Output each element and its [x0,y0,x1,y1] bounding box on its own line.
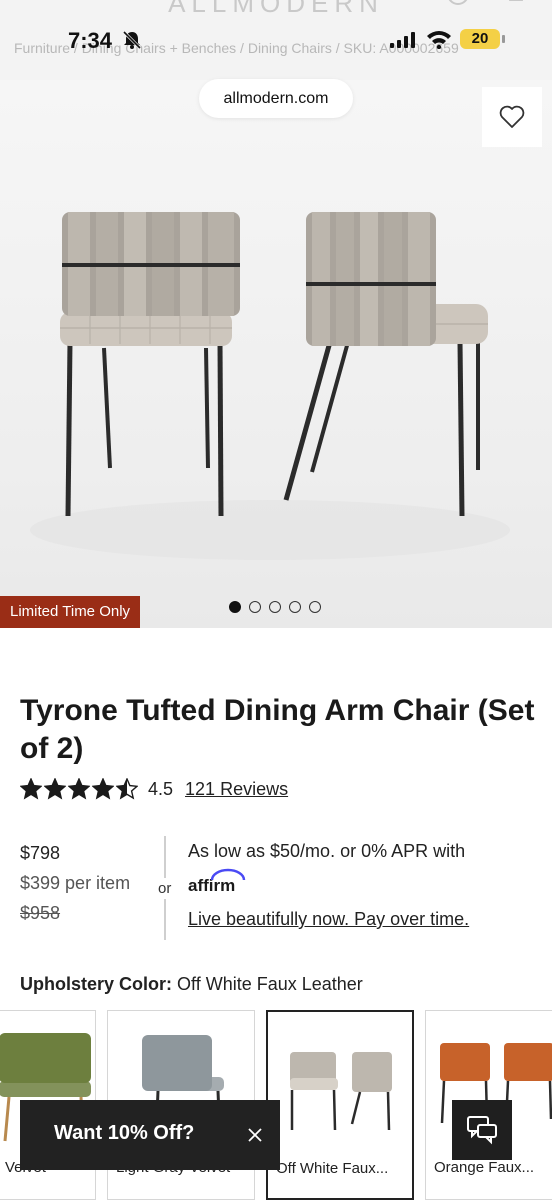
promo-toast[interactable]: Want 10% Off? [20,1100,280,1170]
chairs-photo [30,212,510,560]
upholstery-label: Upholstery Color: Off White Faux Leather [20,974,363,995]
silent-mode-icon [122,30,142,50]
affirm-logo: affirm [188,868,246,896]
per-item-price: $399 per item [20,873,131,893]
star-icon [92,778,114,800]
gallery-dot[interactable] [229,601,241,613]
gallery-dot[interactable] [309,601,321,613]
favorite-button[interactable] [482,87,542,147]
limited-time-badge: Limited Time Only [0,596,141,628]
rating-value: 4.5 [148,778,174,799]
gallery-dot[interactable] [249,601,261,613]
price-block: $798 $399 per item $958 [20,838,130,928]
or-label: or [158,878,172,899]
product-title: Tyrone Tufted Dining Arm Chair (Set of 2… [20,694,535,765]
financing-block: As low as $50/mo. or 0% APR with affirm … [188,838,538,932]
rating-row: 4.5 121 Reviews [20,778,288,800]
chat-bubbles-icon [467,1116,497,1145]
swatch-label: Off White Faux... [276,1160,389,1177]
promo-text[interactable]: Want 10% Off? [54,1122,194,1145]
star-icon [68,778,90,800]
star-icon [44,778,66,800]
star-icon [20,778,42,800]
reviews-link[interactable]: 121 Reviews [185,779,288,800]
gallery-dot[interactable] [269,601,281,613]
chat-button[interactable] [452,1100,512,1160]
gallery-pagination[interactable] [229,601,321,613]
browser-url[interactable]: allmodern.com [199,79,353,118]
rating-stars [20,778,138,800]
product-image[interactable] [0,80,552,628]
account-cart-icons[interactable] [446,0,526,10]
status-bar: ALLMODERN Furniture / Dining Chairs + Be… [0,0,552,80]
swatch-label: Orange Faux... [434,1159,535,1176]
financing-text: As low as $50/mo. or 0% APR with [188,841,466,861]
wifi-icon [427,31,451,49]
upholstery-label-key: Upholstery Color: [20,974,173,994]
swatch-off-white-faux-leather[interactable]: Off White Faux... [266,1010,414,1200]
affirm-learn-link[interactable]: Live beautifully now. Pay over time. [188,906,538,932]
original-price: $958 [20,903,61,923]
clock-time: 7:34 [68,28,113,53]
heart-icon [499,105,525,128]
sale-price: $798 [20,843,61,863]
gallery-dot[interactable] [289,601,301,613]
battery-indicator: 20 [460,29,505,49]
close-icon[interactable] [246,1126,264,1144]
star-icon [116,778,138,800]
swatch-image [290,1052,392,1131]
affirm-arc-icon [210,868,246,881]
cellular-signal-icon [390,32,415,48]
upholstery-selected: Off White Faux Leather [177,974,363,994]
